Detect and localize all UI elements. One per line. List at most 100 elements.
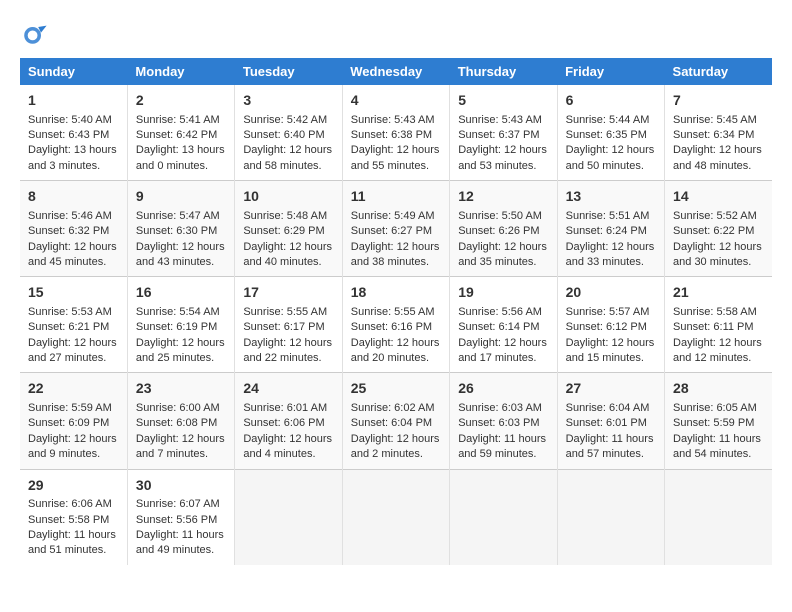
daylight: Daylight: 12 hours and 22 minutes. [243, 336, 333, 367]
sunset: Sunset: 6:42 PM [136, 128, 226, 143]
logo [20, 20, 54, 48]
sunrise: Sunrise: 5:58 AM [673, 305, 764, 320]
week-row-4: 22 Sunrise: 5:59 AMSunset: 6:09 PM Dayligh… [20, 373, 772, 469]
sunrise: Sunrise: 5:49 AM [351, 209, 441, 224]
sunset: Sunset: 5:56 PM [136, 513, 226, 528]
daylight: Daylight: 12 hours and 20 minutes. [351, 336, 441, 367]
daylight: Daylight: 12 hours and 48 minutes. [673, 143, 764, 174]
day-number: 22 [28, 379, 119, 399]
page-header [20, 20, 772, 48]
day-cell: 2Sunrise: 5:41 AMSunset: 6:42 PMDaylight… [127, 85, 234, 181]
daylight: Daylight: 12 hours and 50 minutes. [566, 143, 656, 174]
sunrise: Sunrise: 5:40 AM [28, 113, 119, 128]
daylight: Daylight: 12 hours and 38 minutes. [351, 240, 441, 271]
day-cell: 3Sunrise: 5:42 AMSunset: 6:40 PMDaylight… [235, 85, 342, 181]
daylight: Daylight: 12 hours and 12 minutes. [673, 336, 764, 367]
day-cell: 23Sunrise: 6:00 AMSunset: 6:08 PMDayligh… [127, 373, 234, 469]
day-cell: 18 Sunrise: 5:55 AMSunset: 6:16 PMDayligh… [342, 277, 449, 373]
daylight: Daylight: 12 hours and 30 minutes. [673, 240, 764, 271]
sunrise: Sunrise: 5:53 AM [28, 305, 119, 320]
daylight: Daylight: 11 hours and 59 minutes. [458, 432, 548, 463]
day-number: 13 [566, 187, 656, 207]
daylight: Daylight: 11 hours and 57 minutes. [566, 432, 656, 463]
week-row-2: 8Sunrise: 5:46 AMSunset: 6:32 PMDaylight… [20, 181, 772, 277]
day-cell: 16 Sunrise: 5:54 AMSunset: 6:19 PMDayligh… [127, 277, 234, 373]
day-cell: 21Sunrise: 5:58 AMSunset: 6:11 PMDayligh… [665, 277, 772, 373]
daylight: Daylight: 12 hours and 7 minutes. [136, 432, 226, 463]
day-number: 16 [136, 283, 226, 303]
sunset: Sunset: 6:16 PM [351, 320, 441, 335]
sunrise: Sunrise: 6:05 AM [673, 401, 764, 416]
day-cell [450, 469, 557, 565]
sunrise: Sunrise: 6:03 AM [458, 401, 548, 416]
sunrise: Sunrise: 5:51 AM [566, 209, 656, 224]
logo-icon [20, 20, 48, 48]
daylight: Daylight: 11 hours and 54 minutes. [673, 432, 764, 463]
sunset: Sunset: 6:38 PM [351, 128, 441, 143]
day-number: 9 [136, 187, 226, 207]
sunrise: Sunrise: 5:46 AM [28, 209, 119, 224]
sunrise: Sunrise: 5:59 AM [28, 401, 119, 416]
sunrise: Sunrise: 5:45 AM [673, 113, 764, 128]
day-cell [342, 469, 449, 565]
calendar-table: SundayMondayTuesdayWednesdayThursdayFrid… [20, 58, 772, 565]
sunrise: Sunrise: 5:42 AM [243, 113, 333, 128]
day-number: 21 [673, 283, 764, 303]
weekday-header-thursday: Thursday [450, 58, 557, 85]
sunrise: Sunrise: 5:54 AM [136, 305, 226, 320]
sunset: Sunset: 6:37 PM [458, 128, 548, 143]
sunrise: Sunrise: 6:01 AM [243, 401, 333, 416]
sunset: Sunset: 6:21 PM [28, 320, 119, 335]
day-number: 18 [351, 283, 441, 303]
sunset: Sunset: 6:19 PM [136, 320, 226, 335]
daylight: Daylight: 12 hours and 45 minutes. [28, 240, 119, 271]
sunset: Sunset: 6:24 PM [566, 224, 656, 239]
sunset: Sunset: 6:01 PM [566, 416, 656, 431]
sunrise: Sunrise: 5:47 AM [136, 209, 226, 224]
day-cell: 29Sunrise: 6:06 AMSunset: 5:58 PMDayligh… [20, 469, 127, 565]
weekday-header-wednesday: Wednesday [342, 58, 449, 85]
sunset: Sunset: 6:12 PM [566, 320, 656, 335]
day-number: 2 [136, 91, 226, 111]
sunset: Sunset: 6:27 PM [351, 224, 441, 239]
day-number: 28 [673, 379, 764, 399]
day-cell [665, 469, 772, 565]
sunrise: Sunrise: 5:55 AM [351, 305, 441, 320]
day-cell: 12Sunrise: 5:50 AMSunset: 6:26 PMDayligh… [450, 181, 557, 277]
day-number: 20 [566, 283, 656, 303]
sunset: Sunset: 6:03 PM [458, 416, 548, 431]
sunset: Sunset: 5:58 PM [28, 513, 119, 528]
day-cell: 26Sunrise: 6:03 AMSunset: 6:03 PMDayligh… [450, 373, 557, 469]
sunrise: Sunrise: 6:04 AM [566, 401, 656, 416]
day-number: 10 [243, 187, 333, 207]
day-number: 17 [243, 283, 333, 303]
day-number: 25 [351, 379, 441, 399]
daylight: Daylight: 13 hours and 3 minutes. [28, 143, 119, 174]
sunrise: Sunrise: 5:43 AM [458, 113, 548, 128]
daylight: Daylight: 12 hours and 55 minutes. [351, 143, 441, 174]
day-cell: 10Sunrise: 5:48 AMSunset: 6:29 PMDayligh… [235, 181, 342, 277]
daylight: Daylight: 12 hours and 35 minutes. [458, 240, 548, 271]
weekday-header-sunday: Sunday [20, 58, 127, 85]
sunrise: Sunrise: 6:00 AM [136, 401, 226, 416]
day-number: 1 [28, 91, 119, 111]
day-cell: 5Sunrise: 5:43 AMSunset: 6:37 PMDaylight… [450, 85, 557, 181]
sunset: Sunset: 6:32 PM [28, 224, 119, 239]
daylight: Daylight: 12 hours and 17 minutes. [458, 336, 548, 367]
sunset: Sunset: 6:30 PM [136, 224, 226, 239]
day-cell: 4Sunrise: 5:43 AMSunset: 6:38 PMDaylight… [342, 85, 449, 181]
sunset: Sunset: 6:04 PM [351, 416, 441, 431]
day-number: 30 [136, 476, 226, 496]
day-number: 14 [673, 187, 764, 207]
sunset: Sunset: 5:59 PM [673, 416, 764, 431]
sunset: Sunset: 6:40 PM [243, 128, 333, 143]
day-cell: 15Sunrise: 5:53 AMSunset: 6:21 PMDayligh… [20, 277, 127, 373]
daylight: Daylight: 12 hours and 25 minutes. [136, 336, 226, 367]
sunset: Sunset: 6:09 PM [28, 416, 119, 431]
day-number: 27 [566, 379, 656, 399]
daylight: Daylight: 11 hours and 49 minutes. [136, 528, 226, 559]
day-number: 23 [136, 379, 226, 399]
sunrise: Sunrise: 5:56 AM [458, 305, 548, 320]
daylight: Daylight: 12 hours and 33 minutes. [566, 240, 656, 271]
sunset: Sunset: 6:26 PM [458, 224, 548, 239]
